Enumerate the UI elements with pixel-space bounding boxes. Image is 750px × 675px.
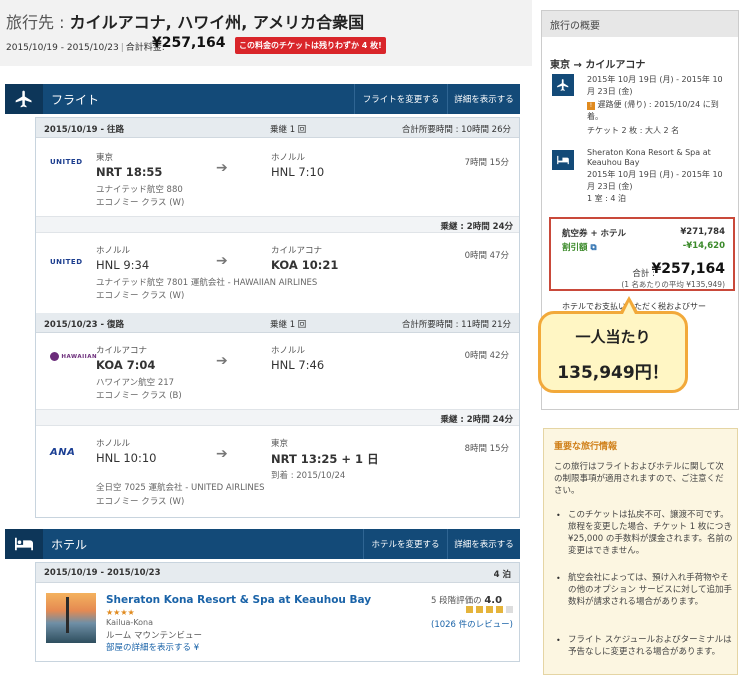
info-bullet: このチケットは払戻不可、譲渡不可です。旅程を変更した場合、チケット 1 枚につき… (568, 510, 733, 556)
hotel-details-panel: 2015/10/19 - 2015/10/23 4 泊 Sheraton Kon… (35, 562, 520, 662)
change-hotel-button[interactable]: ホテルを変更する (363, 529, 447, 559)
inbound-leg-header: 2015/10/23 - 復路 乗継 1 回 合計所要時間 : 11時間 21分 (36, 313, 519, 333)
summary-title: 旅行の概要 (542, 11, 738, 37)
summary-route: 東京 → カイルアコナ (550, 60, 646, 71)
room-details-link[interactable]: 部屋の詳細を表示する ¥ (106, 641, 199, 653)
header-total: ¥257,164 (152, 35, 226, 51)
united-logo: UNITED (50, 258, 83, 266)
hotel-star-rating: ★★★★ (106, 608, 135, 617)
bed-icon (5, 529, 43, 559)
price-breakdown-highlight: 航空券 + ホテル ¥271,784 割引額 ⧉ -¥14,620 合計 : ¥… (549, 217, 735, 291)
arrow-right-icon: ➔ (216, 253, 228, 269)
hotel-name-link[interactable]: Sheraton Kona Resort & Spa at Keauhou Ba… (106, 594, 371, 606)
hotel-details-button[interactable]: 詳細を表示する (447, 529, 520, 559)
hawaiian-logo: HAWAIIAN (50, 352, 97, 361)
info-title: 重要な旅行情報 (554, 442, 618, 452)
bed-icon (552, 150, 574, 170)
reviews-link[interactable]: (1026 件のレビュー) (431, 618, 513, 630)
flight-details-panel: 2015/10/19 - 往路 乗継 1 回 合計所要時間 : 10時間 26分… (35, 117, 520, 518)
summary-total: ¥257,164 (651, 261, 725, 277)
hotel-photo[interactable] (46, 593, 96, 643)
ana-logo: ANA (50, 447, 76, 458)
per-person-average: (1 名あたりの平均 ¥135,949) (621, 280, 725, 289)
airplane-icon (552, 74, 574, 96)
external-link-icon[interactable]: ⧉ (590, 243, 596, 253)
scarcity-badge: この料金のチケットは残りわずか 4 枚! (235, 37, 386, 54)
info-intro: この旅行はフライトおよびホテルに関して次の制限事項が適用されますので、ご注意くだ… (554, 462, 724, 496)
important-info-panel: 重要な旅行情報 この旅行はフライトおよびホテルに関して次の制限事項が適用されます… (543, 428, 738, 675)
arrow-right-icon: ➔ (216, 353, 228, 369)
page-title: 旅行先 : カイルアコナ, ハワイ州, アメリカ合衆国 (6, 13, 365, 32)
rating-boxes (466, 606, 513, 616)
arrow-right-icon: ➔ (216, 160, 228, 176)
flight-segment: ANA ホノルル HNL 10:10 全日空 7025 運航会社 - UNITE… (50, 439, 509, 507)
flight-segment: UNITED 東京 NRT 18:55 ユナイテッド航空 880 エコノミー ク… (50, 153, 509, 208)
trip-dates: 2015/10/19 - 2015/10/23 | 合計料金: (6, 43, 165, 53)
change-flight-button[interactable]: フライトを変更する (354, 84, 447, 114)
outbound-leg-header: 2015/10/19 - 往路 乗継 1 回 合計所要時間 : 10時間 26分 (36, 118, 519, 138)
united-logo: UNITED (50, 158, 83, 166)
warning-icon: ! (587, 102, 595, 110)
guest-rating: 5 段階評価の 4.0 (431, 595, 503, 606)
flight-section-bar: フライト フライトを変更する 詳細を表示する (5, 84, 520, 114)
room-type: ルーム マウンテンビュー (106, 631, 202, 641)
per-person-callout: 一人当たり 135,949円！ (538, 311, 688, 393)
flight-section-title: フライト (51, 93, 100, 107)
airplane-icon (5, 84, 43, 114)
hotel-section-bar: ホテル ホテルを変更する 詳細を表示する (5, 529, 520, 559)
hotel-location: Kailua-Kona (106, 618, 154, 627)
layover-row: 乗継 : 2時間 24分 (36, 216, 519, 233)
flight-segment: HAWAIIAN カイルアコナ KOA 7:04 ハワイアン航空 217 エコノ… (36, 340, 519, 408)
late-arrival-warning: ! 遅路便 (帰り) : 2015/10/24 に到 (587, 99, 719, 110)
info-bullet: 航空会社によっては、預け入れ手荷物やその他のオプション サービスに対して追加手数… (568, 573, 732, 607)
info-bullet: フライト スケジュールおよびターミナルは予告なしに変更される場合があります。 (568, 635, 732, 657)
hotel-dates-header: 2015/10/19 - 2015/10/23 4 泊 (36, 563, 519, 583)
discount-label: 割引額 ⧉ (562, 243, 597, 253)
flight-segment: UNITED ホノルル HNL 9:34 ユナイテッド航空 7801 運航会社 … (50, 246, 509, 301)
layover-row: 乗継 : 2時間 24分 (36, 409, 519, 426)
hotel-section-title: ホテル (51, 538, 88, 552)
flight-details-button[interactable]: 詳細を表示する (447, 84, 520, 114)
arrow-right-icon: ➔ (216, 446, 228, 462)
